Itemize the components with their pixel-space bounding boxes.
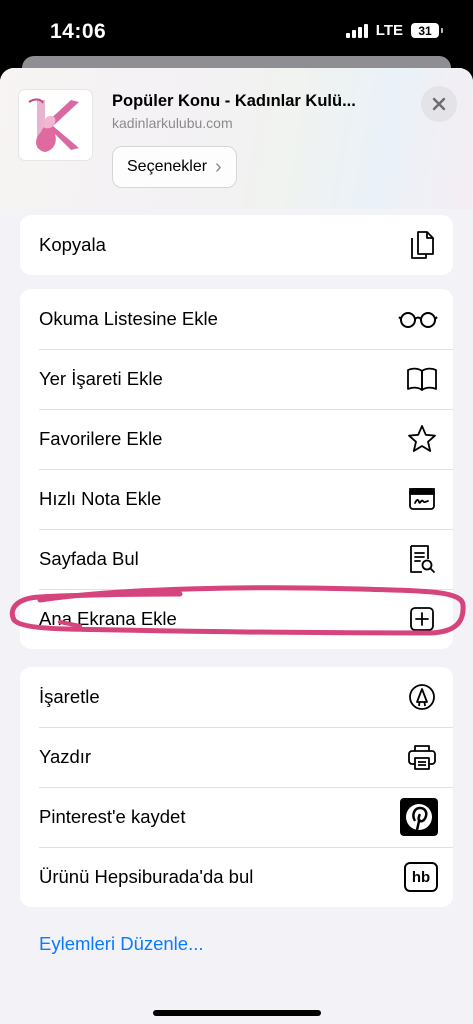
page-title: Popüler Konu - Kadınlar Kulü... <box>112 92 356 110</box>
action-label: Ürünü Hepsiburada'da bul <box>39 866 254 887</box>
action-label: Pinterest'e kaydet <box>39 806 186 827</box>
action-label: Okuma Listesine Ekle <box>39 308 218 329</box>
options-button[interactable]: Seçenekler › <box>112 146 237 188</box>
action-label: Favorilere Ekle <box>39 428 163 449</box>
status-time: 14:06 <box>50 20 107 43</box>
book-icon <box>406 363 438 395</box>
add-square-icon <box>406 603 438 635</box>
share-sheet: Popüler Konu - Kadınlar Kulü... kadinlar… <box>0 68 473 1024</box>
action-label: İşaretle <box>39 686 100 707</box>
action-label: Yer İşareti Ekle <box>39 368 163 389</box>
close-button[interactable] <box>421 86 457 122</box>
status-bar: 14:06 LTE 31 <box>0 0 473 62</box>
printer-icon <box>406 741 438 773</box>
page-url: kadinlarkulubu.com <box>112 115 233 131</box>
action-label: Kopyala <box>39 234 106 255</box>
edit-actions-link[interactable]: Eylemleri Düzenle... <box>39 933 204 955</box>
battery-level: 31 <box>418 23 432 38</box>
action-label: Yazdır <box>39 746 92 767</box>
action-find-hepsiburada[interactable]: Ürünü Hepsiburada'da bul hb <box>20 847 453 907</box>
site-logo <box>19 90 92 160</box>
battery-icon: 31 <box>411 23 443 38</box>
glasses-icon <box>398 303 438 335</box>
action-label: Sayfada Bul <box>39 548 139 569</box>
markup-icon <box>406 681 438 713</box>
close-icon <box>432 97 446 111</box>
action-add-to-home-screen[interactable]: Ana Ekrana Ekle <box>20 589 453 649</box>
star-icon <box>406 423 438 455</box>
options-label: Seçenekler <box>127 158 208 175</box>
action-add-bookmark[interactable]: Yer İşareti Ekle <box>20 349 453 409</box>
action-find-on-page[interactable]: Sayfada Bul <box>20 529 453 589</box>
quick-note-icon <box>406 483 438 515</box>
action-group-copy: Kopyala <box>20 215 453 275</box>
pinterest-icon <box>400 798 438 836</box>
hepsiburada-icon: hb <box>404 862 438 892</box>
copy-icon <box>406 229 438 261</box>
chevron-right-icon: › <box>215 156 222 178</box>
find-in-page-icon <box>406 543 438 575</box>
action-label: Hızlı Nota Ekle <box>39 488 162 509</box>
action-group-main: Okuma Listesine Ekle Yer İşareti Ekle Fa… <box>20 289 453 649</box>
home-indicator <box>153 1010 321 1016</box>
cellular-signal-icon <box>345 23 368 38</box>
action-add-favorites[interactable]: Favorilere Ekle <box>20 409 453 469</box>
action-label: Ana Ekrana Ekle <box>39 608 177 629</box>
network-type: LTE <box>375 22 403 39</box>
action-group-extensions: İşaretle Yazdır Pinterest'e kaydet Ürünü… <box>20 667 453 907</box>
action-save-pinterest[interactable]: Pinterest'e kaydet <box>20 787 453 847</box>
hepsiburada-icon-text: hb <box>411 868 431 886</box>
action-print[interactable]: Yazdır <box>20 727 453 787</box>
action-markup[interactable]: İşaretle <box>20 667 453 727</box>
action-add-quick-note[interactable]: Hızlı Nota Ekle <box>20 469 453 529</box>
action-copy[interactable]: Kopyala <box>20 215 453 275</box>
action-add-reading-list[interactable]: Okuma Listesine Ekle <box>20 289 453 349</box>
share-sheet-header: Popüler Konu - Kadınlar Kulü... kadinlar… <box>0 68 473 209</box>
